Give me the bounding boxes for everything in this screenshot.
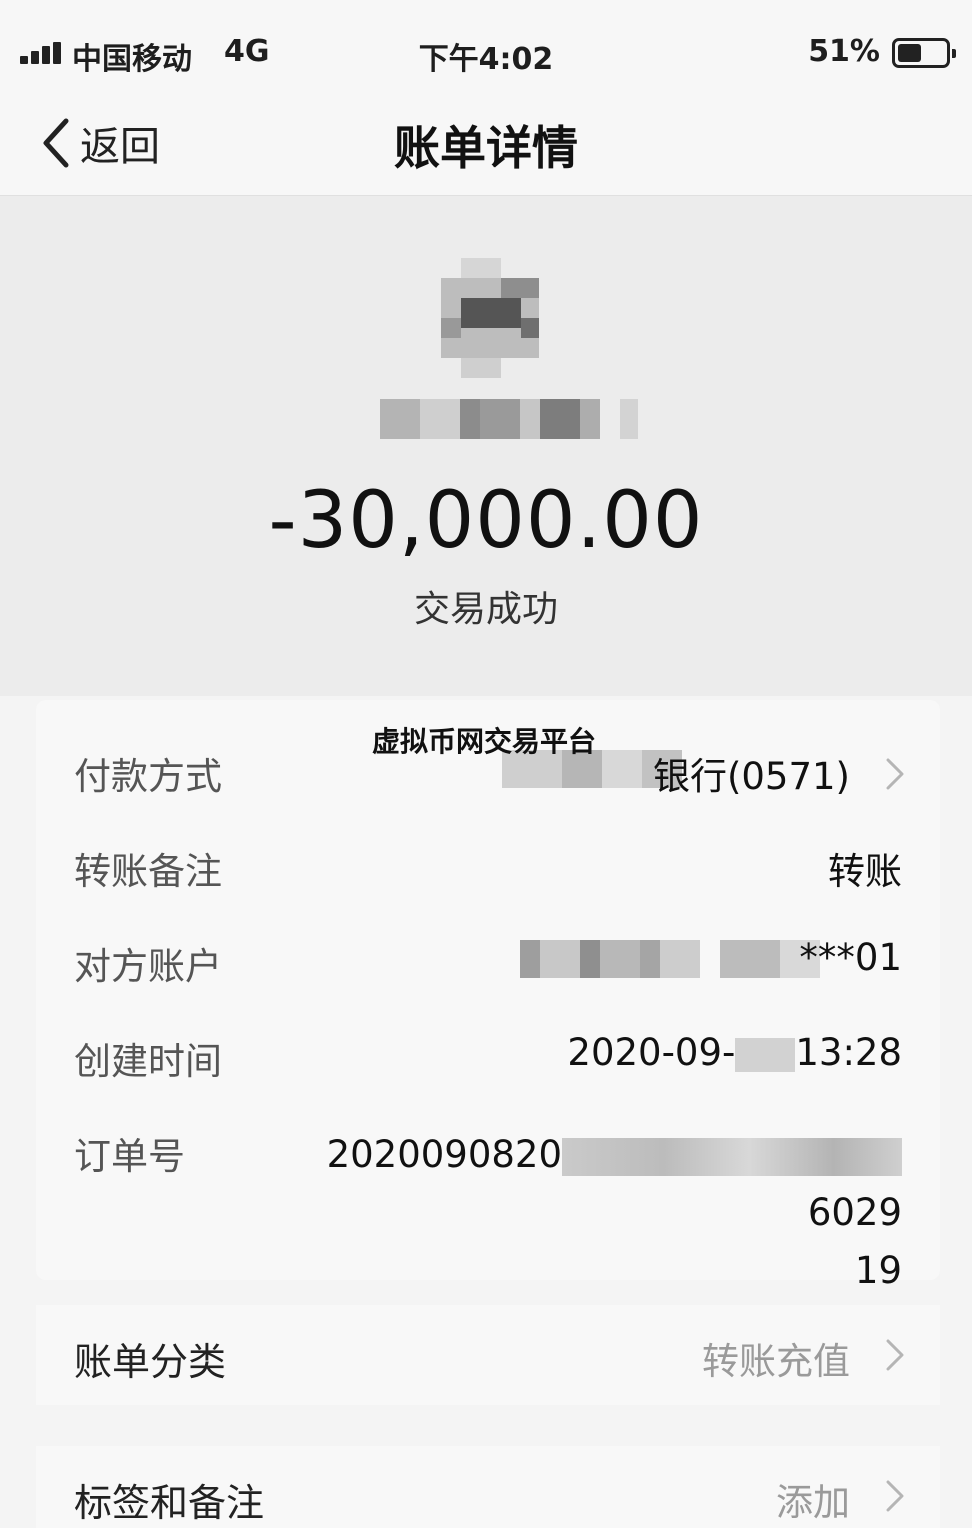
chevron-right-icon bbox=[886, 1339, 904, 1371]
order-number-row: 订单号 2020090820 6029 19 bbox=[36, 1110, 940, 1292]
bill-category-row[interactable]: 账单分类 转账充值 bbox=[36, 1305, 940, 1405]
counterparty-name-mosaic bbox=[380, 399, 638, 439]
transaction-status: 交易成功 bbox=[413, 589, 558, 630]
battery-percent: 51% bbox=[808, 34, 880, 69]
order-number-value: 2020090820 6029 19 bbox=[252, 1126, 902, 1300]
bill-category-label: 账单分类 bbox=[74, 1340, 227, 1384]
created-time-value: 2020-09- 13:28 bbox=[567, 1031, 902, 1074]
counterparty-account-value: ***01 bbox=[799, 936, 902, 979]
avatar bbox=[441, 258, 539, 378]
tags-notes-row[interactable]: 标签和备注 添加 bbox=[36, 1446, 940, 1528]
detail-card: 付款方式 银行(0571) 转账备注 转账 对方账户 ***01 创建时间 20… bbox=[36, 700, 940, 1292]
watermark-text: 虚拟币网交易平台 bbox=[372, 725, 597, 758]
counterparty-account-mosaic bbox=[520, 940, 820, 978]
bill-category-value: 转账充值 bbox=[702, 1340, 850, 1383]
created-time-date: 2020-09- bbox=[567, 1031, 736, 1074]
order-number-label: 订单号 bbox=[74, 1135, 185, 1178]
created-time-clock: 13:28 bbox=[795, 1031, 902, 1074]
payment-method-label: 付款方式 bbox=[74, 755, 222, 798]
chevron-right-icon bbox=[886, 1480, 904, 1512]
counterparty-account-label: 对方账户 bbox=[74, 945, 222, 988]
created-time-row: 创建时间 2020-09- 13:28 bbox=[36, 1015, 940, 1095]
order-number-end: 6029 bbox=[807, 1191, 902, 1234]
status-bar: 中国移动 4G 下午4:02 51% bbox=[0, 0, 972, 100]
transfer-note-value: 转账 bbox=[828, 850, 902, 893]
page-title: 账单详情 bbox=[394, 121, 578, 175]
transfer-note-label: 转账备注 bbox=[74, 850, 222, 893]
created-time-label: 创建时间 bbox=[74, 1040, 222, 1083]
battery-icon bbox=[892, 38, 956, 68]
created-time-mosaic bbox=[735, 1037, 796, 1072]
order-number-start: 2020090820 bbox=[326, 1133, 562, 1176]
payment-method-value: 银行(0571) bbox=[652, 755, 850, 798]
transfer-note-row: 转账备注 转账 bbox=[36, 825, 940, 905]
counterparty-account-row: 对方账户 ***01 bbox=[36, 920, 940, 1000]
navigation-bar: 返回 账单详情 bbox=[0, 100, 972, 196]
battery-level-fill bbox=[898, 44, 921, 62]
chevron-right-icon bbox=[886, 758, 904, 790]
transaction-amount: -30,000.00 bbox=[268, 476, 704, 566]
tags-notes-value: 添加 bbox=[776, 1481, 850, 1524]
tags-notes-label: 标签和备注 bbox=[74, 1481, 265, 1525]
bill-summary: -30,000.00 交易成功 bbox=[0, 196, 972, 696]
order-number-line2: 19 bbox=[854, 1249, 902, 1292]
order-number-mosaic bbox=[562, 1137, 902, 1176]
